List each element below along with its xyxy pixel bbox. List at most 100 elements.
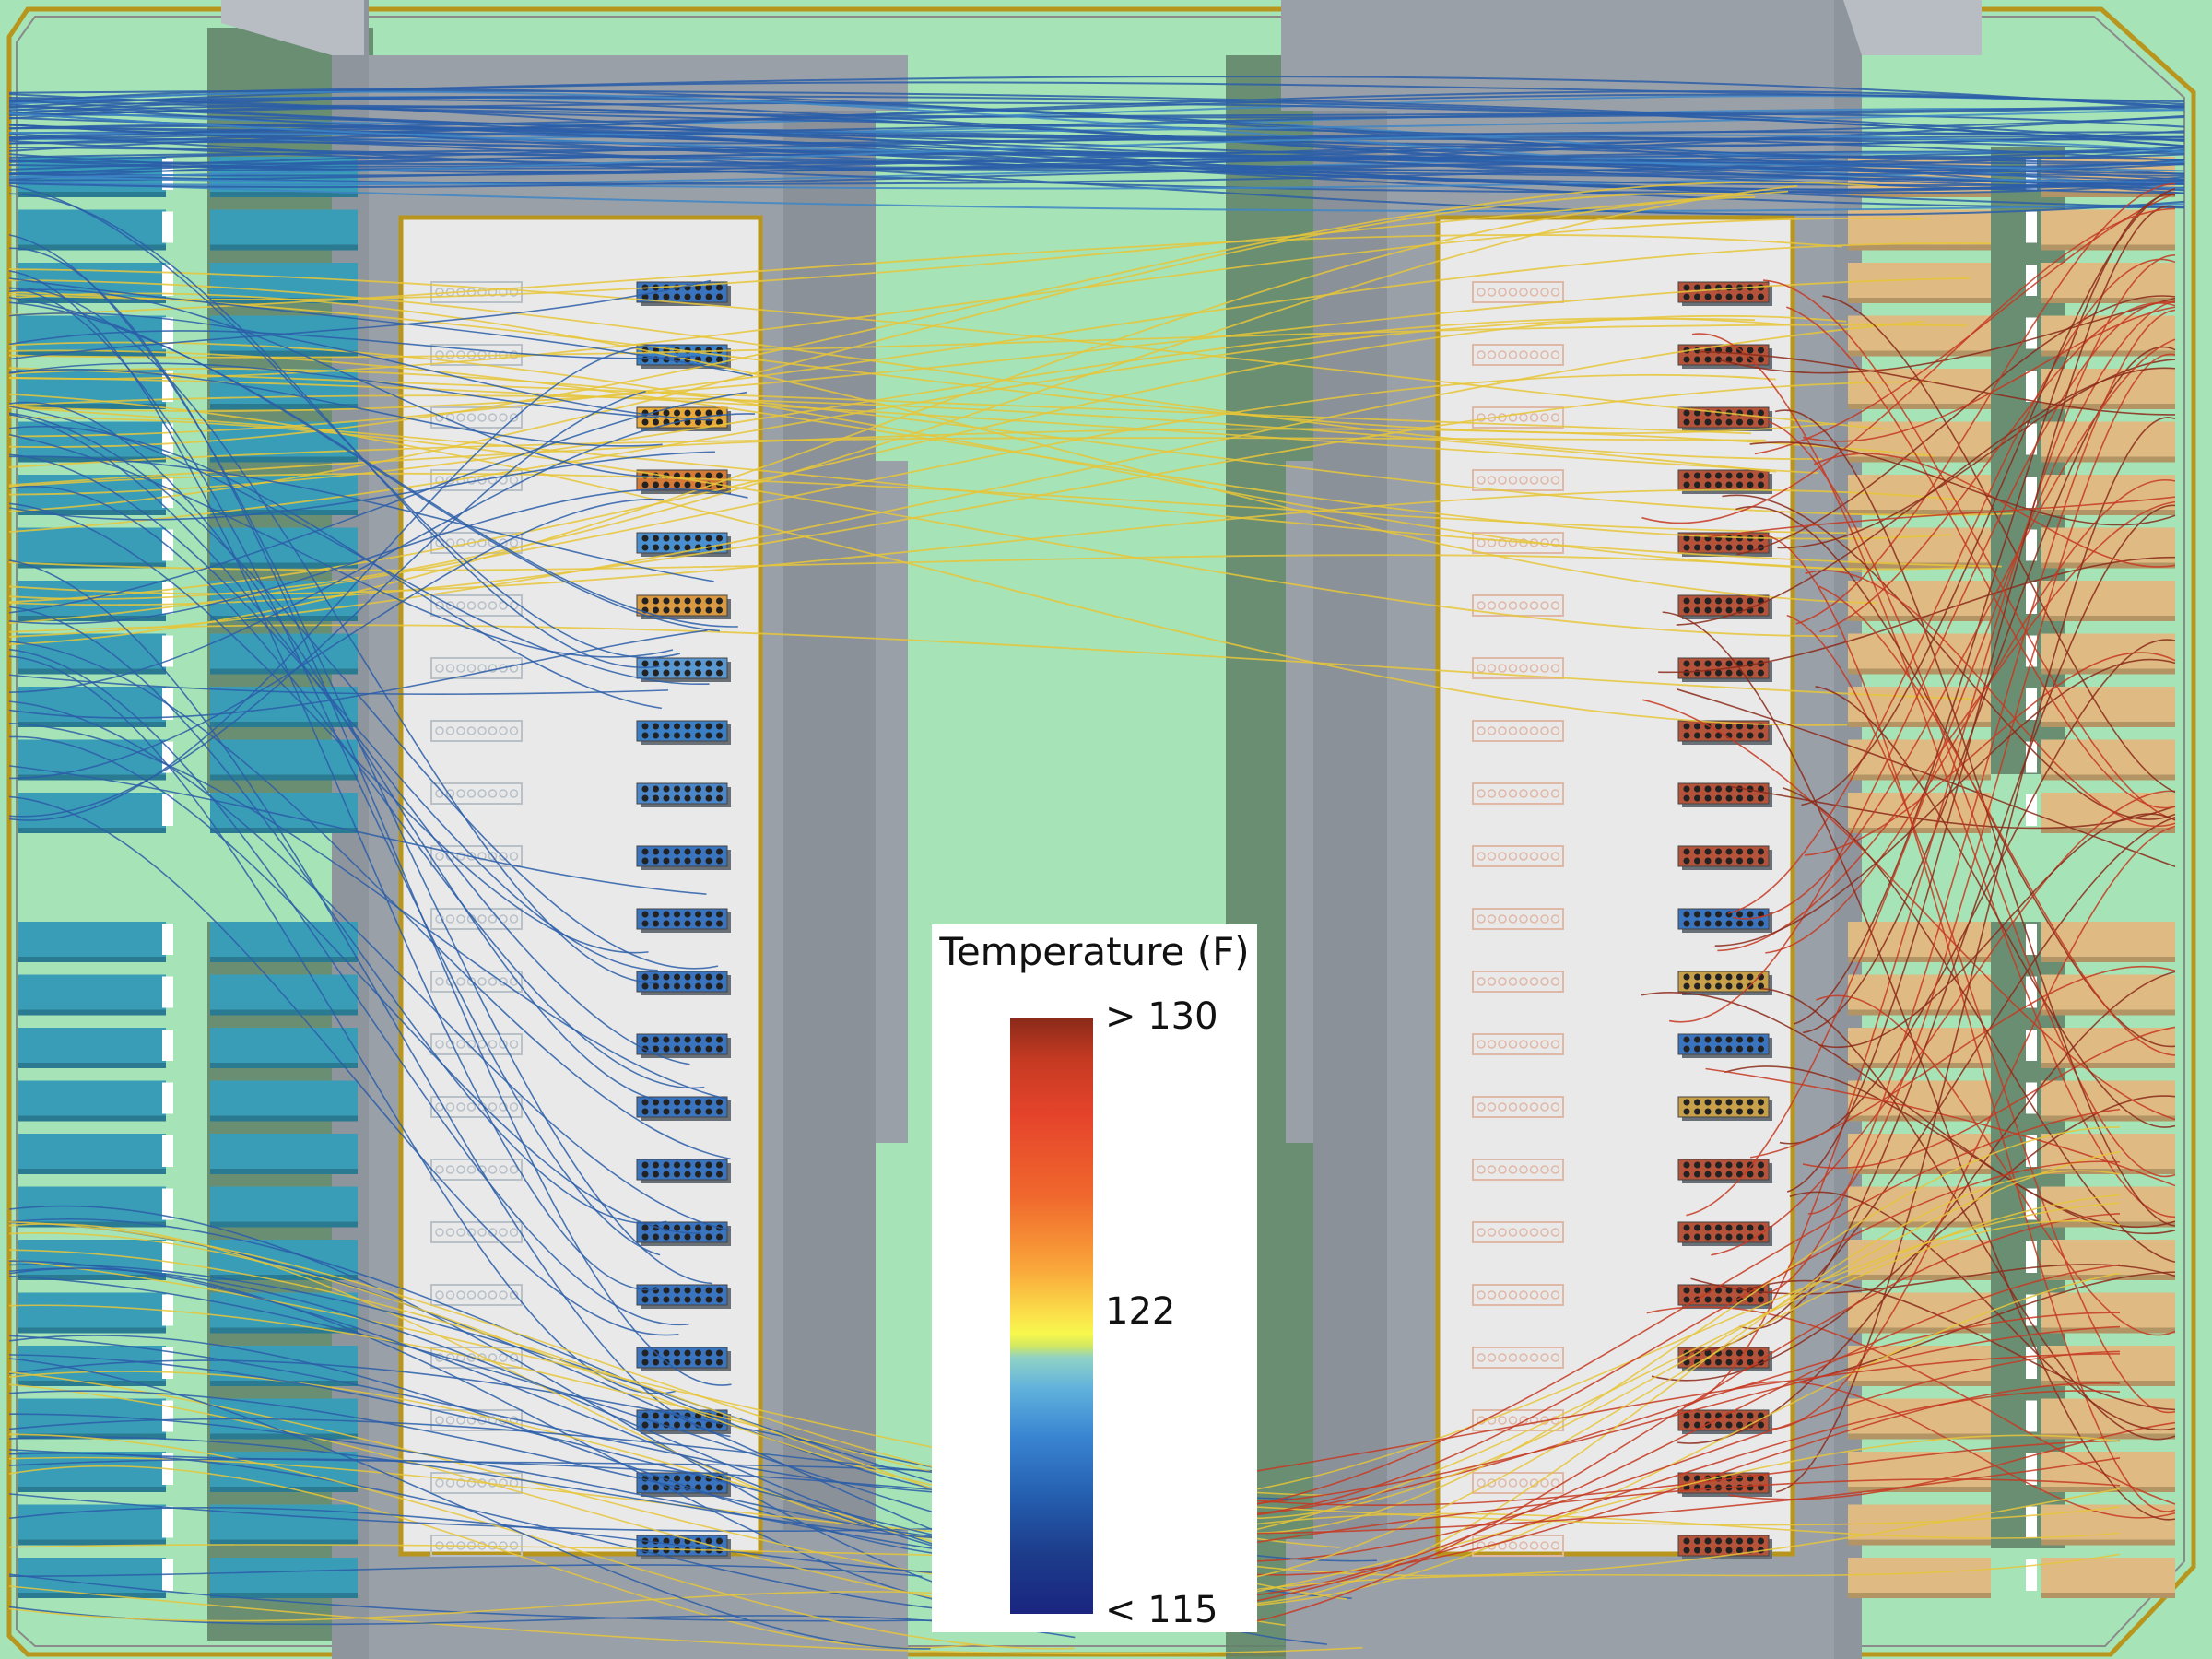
rack-vent: [705, 1045, 712, 1053]
hot-unit: [1848, 1398, 1991, 1434]
rack-vent: [674, 1296, 680, 1303]
rack-vent: [641, 920, 649, 927]
rack-vent: [705, 1108, 712, 1115]
rack-vent: [1758, 794, 1764, 802]
rack-vent: [695, 293, 701, 300]
rack-vent: [684, 1224, 691, 1231]
rack-vent: [1683, 1108, 1690, 1115]
rack-vent: [695, 597, 701, 605]
rack-vent: [716, 1233, 723, 1241]
rack-vent: [1683, 597, 1690, 605]
rack-vent: [663, 982, 670, 990]
rack-vent: [1715, 1296, 1722, 1303]
rack-vent: [1725, 535, 1733, 542]
rack-vent: [1747, 920, 1754, 927]
hot-unit-edge: [1848, 1433, 1991, 1440]
hot-unit-edge: [1848, 1593, 1991, 1598]
rack-vent: [1725, 1547, 1733, 1554]
rack-vent: [705, 911, 712, 918]
rack-vent: [1683, 1161, 1690, 1169]
hot-unit: [2041, 1240, 2175, 1275]
rack-vent: [1683, 1421, 1690, 1429]
rack-vent: [674, 732, 680, 739]
rack-vent: [705, 356, 712, 363]
rack-vent: [716, 1484, 723, 1491]
rack-vent: [1725, 606, 1733, 614]
rack-vent: [653, 911, 659, 918]
rack-vent: [1694, 1412, 1700, 1419]
rack-vent: [663, 1171, 670, 1178]
rack-vent: [1715, 794, 1722, 802]
rack-vent: [1736, 1233, 1743, 1241]
rack-vent: [1736, 1547, 1743, 1554]
rack-vent: [674, 606, 680, 614]
hot-unit-edge: [2041, 616, 2175, 621]
cold-unit-edge: [18, 1539, 166, 1546]
rack-vent: [684, 1296, 691, 1303]
rack-vent: [705, 794, 712, 802]
cold-unit-gap: [162, 477, 173, 508]
rack-vent: [716, 1349, 723, 1357]
rack-vent: [653, 1036, 659, 1043]
rack-vent: [1683, 1045, 1690, 1053]
rack-vent: [653, 723, 659, 730]
rack-vent: [1694, 723, 1700, 730]
rack-vent: [1694, 481, 1700, 488]
rack-vent: [1715, 481, 1722, 488]
rack-vent: [1704, 481, 1712, 488]
rack-vent: [1725, 669, 1733, 677]
rack-vent: [1715, 1537, 1722, 1545]
rack-vent: [1725, 1537, 1733, 1545]
rack-vent: [695, 660, 701, 667]
rack-vent: [1747, 794, 1754, 802]
rack-vent: [1758, 1296, 1764, 1303]
rack-vent: [1704, 732, 1712, 739]
rack-vent: [1725, 1296, 1733, 1303]
rack-vent: [653, 1108, 659, 1115]
rack-vent: [1725, 794, 1733, 802]
rack-vent: [716, 1036, 723, 1043]
rack-vent: [663, 1547, 670, 1554]
rack-vent: [695, 409, 701, 417]
rack-vent: [695, 1233, 701, 1241]
rack-vent: [1704, 1547, 1712, 1554]
rack-vent: [695, 472, 701, 479]
rack-vent: [1725, 1161, 1733, 1169]
rack-vent: [705, 284, 712, 291]
rack-vent: [1747, 1537, 1754, 1545]
rack: [1677, 1096, 1770, 1118]
rack-vent: [695, 535, 701, 542]
hot-unit-edge: [1848, 298, 1991, 303]
rack-vent: [1725, 597, 1733, 605]
rack-vent: [1736, 794, 1743, 802]
rack-vent: [653, 920, 659, 927]
rack-vent: [1704, 920, 1712, 927]
rack-vent: [684, 535, 691, 542]
rack: [636, 281, 728, 303]
rack-vent: [1758, 1349, 1764, 1357]
hot-unit-gap: [2026, 371, 2037, 402]
rack-vent: [653, 1412, 659, 1419]
rack-vent: [1736, 293, 1743, 300]
rack-vent: [1747, 1045, 1754, 1053]
rack-vent: [1725, 920, 1733, 927]
rack-vent: [684, 857, 691, 865]
rack-vent: [663, 606, 670, 614]
rack-vent: [705, 1421, 712, 1429]
rack-vent: [641, 723, 649, 730]
rack-vent: [663, 1287, 670, 1294]
rack-vent: [695, 1099, 701, 1106]
rack-vent: [663, 293, 670, 300]
rack-vent: [1683, 1537, 1690, 1545]
rack-vent: [641, 597, 649, 605]
rack-vent: [684, 1036, 691, 1043]
rack-vent: [674, 1359, 680, 1366]
rack-vent: [1736, 1045, 1743, 1053]
rack-vent: [695, 1036, 701, 1043]
cold-unit-edge: [18, 668, 166, 675]
rack: [636, 532, 728, 554]
rack-vent: [695, 481, 701, 488]
rack-vent: [653, 1359, 659, 1366]
rack-vent: [705, 535, 712, 542]
rack-vent: [1715, 857, 1722, 865]
